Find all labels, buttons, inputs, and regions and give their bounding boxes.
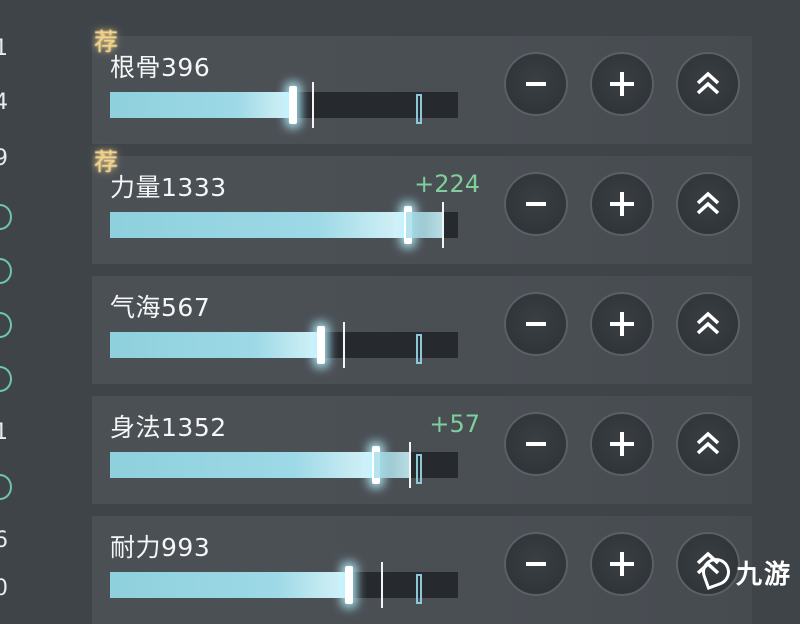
- decrease-stat-button[interactable]: [504, 532, 568, 596]
- stat-bonus-fill: [374, 452, 409, 478]
- minus-icon: [526, 202, 546, 206]
- double-chevron-up-icon: [696, 71, 720, 95]
- jiuyou-logo-icon: [698, 554, 734, 590]
- increase-stat-button[interactable]: [590, 292, 654, 356]
- left-digit: 4: [0, 90, 8, 115]
- stat-progress-track: [110, 202, 458, 248]
- max-stat-button[interactable]: [676, 172, 740, 236]
- stat-progress-track: [110, 442, 458, 488]
- left-ring-icon: [0, 204, 12, 230]
- left-ring-icon: [0, 258, 12, 284]
- watermark: 九游: [622, 552, 792, 592]
- stat-cap-marker: [416, 454, 422, 484]
- left-ring-icon: [0, 312, 12, 338]
- stat-cap-marker: [416, 334, 422, 364]
- stat-value: 396: [161, 53, 211, 82]
- stat-bonus: +57: [429, 410, 480, 438]
- stat-progress-fill: [110, 566, 353, 604]
- plus-icon: [610, 312, 634, 336]
- decrease-stat-button[interactable]: [504, 172, 568, 236]
- watermark-text: 九游: [735, 559, 792, 590]
- left-digit: 9: [0, 146, 8, 171]
- stat-name: 力量: [110, 173, 162, 202]
- stat-name: 身法: [110, 413, 162, 442]
- stat-target-marker: [381, 562, 383, 608]
- stat-row: 荐 根骨396: [92, 28, 752, 144]
- stat-progress-fill: [110, 326, 325, 364]
- left-digit: 1: [0, 420, 8, 445]
- minus-icon: [526, 442, 546, 446]
- max-stat-button[interactable]: [676, 412, 740, 476]
- stat-cap-marker: [416, 94, 422, 124]
- double-chevron-up-icon: [696, 311, 720, 335]
- left-ring-icon: [0, 366, 12, 392]
- decrease-stat-button[interactable]: [504, 292, 568, 356]
- stat-progress-track: [110, 82, 458, 128]
- left-digit: 6: [0, 528, 8, 553]
- stat-progress-fill: [110, 446, 380, 484]
- stat-progress-track: [110, 562, 458, 608]
- progress-glow: [289, 86, 297, 124]
- stat-value: 1352: [161, 413, 227, 442]
- increase-stat-button[interactable]: [590, 412, 654, 476]
- decrease-stat-button[interactable]: [504, 412, 568, 476]
- stat-value: 993: [161, 533, 211, 562]
- stat-label: 根骨396: [110, 48, 210, 84]
- stat-row: 荐 力量1333 +224: [92, 148, 752, 264]
- stat-row: 气海567: [92, 276, 752, 384]
- stat-bonus: +224: [414, 170, 480, 198]
- left-digit: 0: [0, 576, 8, 601]
- stat-label: 耐力993: [110, 528, 210, 564]
- decrease-stat-button[interactable]: [504, 52, 568, 116]
- max-stat-button[interactable]: [676, 52, 740, 116]
- stat-target-marker: [343, 322, 345, 368]
- stat-value: 1333: [161, 173, 227, 202]
- stat-name: 气海: [110, 293, 162, 322]
- stat-progress-fill: [110, 86, 297, 124]
- plus-icon: [610, 72, 634, 96]
- plus-icon: [610, 192, 634, 216]
- stat-name: 根骨: [110, 53, 162, 82]
- minus-icon: [526, 322, 546, 326]
- left-ring-icon: [0, 474, 12, 500]
- plus-icon: [610, 432, 634, 456]
- left-stat-column: 1 4 9 1 6 0: [0, 0, 24, 601]
- left-digit: 1: [0, 36, 8, 61]
- max-stat-button[interactable]: [676, 292, 740, 356]
- double-chevron-up-icon: [696, 191, 720, 215]
- progress-glow: [345, 566, 353, 604]
- stat-label: 力量1333: [110, 168, 227, 204]
- stat-target-marker: [409, 442, 411, 488]
- double-chevron-up-icon: [696, 431, 720, 455]
- stat-progress-track: [110, 322, 458, 368]
- stat-name: 耐力: [110, 533, 162, 562]
- minus-icon: [526, 562, 546, 566]
- stat-value: 567: [161, 293, 211, 322]
- stat-bonus-fill: [406, 212, 442, 238]
- progress-glow: [317, 326, 325, 364]
- increase-stat-button[interactable]: [590, 172, 654, 236]
- stat-progress-fill: [110, 206, 412, 244]
- stat-target-marker: [442, 202, 444, 248]
- stat-row: 身法1352 +57: [92, 396, 752, 504]
- stat-label: 身法1352: [110, 408, 227, 444]
- stat-target-marker: [312, 82, 314, 128]
- minus-icon: [526, 82, 546, 86]
- increase-stat-button[interactable]: [590, 52, 654, 116]
- stat-label: 气海567: [110, 288, 210, 324]
